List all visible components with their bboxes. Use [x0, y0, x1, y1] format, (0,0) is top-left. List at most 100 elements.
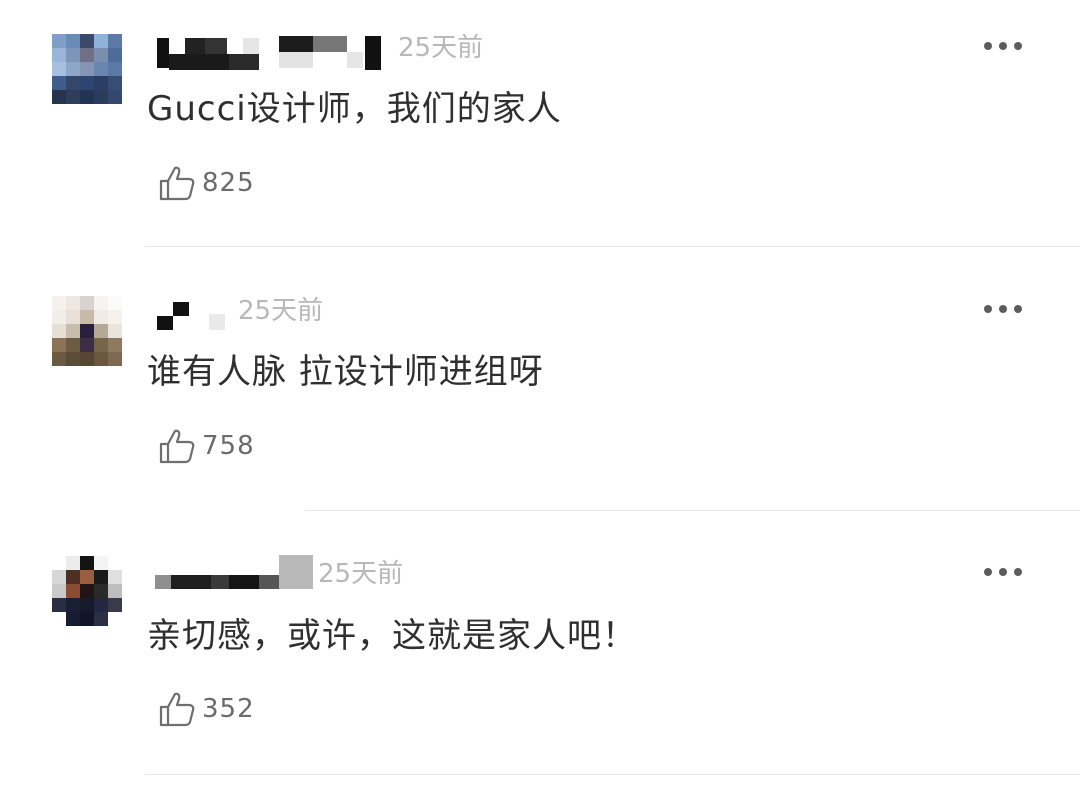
- like-count: 825: [202, 168, 255, 198]
- more-dots-icon[interactable]: [984, 567, 1022, 577]
- avatar-pixel: [52, 612, 66, 626]
- avatar-pixel: [94, 584, 108, 598]
- avatar-pixel: [94, 352, 108, 366]
- avatar-pixel: [94, 598, 108, 612]
- avatar[interactable]: [52, 556, 122, 626]
- avatar-pixel: [52, 556, 66, 570]
- avatar-pixel: [66, 34, 80, 48]
- avatar-pixel: [108, 598, 122, 612]
- avatar-pixel: [66, 570, 80, 584]
- thumbs-up-icon: [159, 166, 195, 201]
- avatar-pixel: [52, 48, 66, 62]
- avatar-pixel: [108, 48, 122, 62]
- avatar-pixel: [94, 76, 108, 90]
- avatar-pixel: [80, 598, 94, 612]
- avatar-pixel: [94, 570, 108, 584]
- comment-text: 亲切感，或许，这就是家人吧！: [147, 616, 637, 656]
- like-button[interactable]: 825: [158, 163, 255, 203]
- avatar-pixel: [52, 90, 66, 104]
- avatar-pixel: [52, 324, 66, 338]
- avatar-pixel: [94, 556, 108, 570]
- avatar-pixel: [108, 90, 122, 104]
- avatar-pixel: [52, 62, 66, 76]
- divider: [145, 246, 1080, 247]
- avatar-pixel: [108, 352, 122, 366]
- avatar-pixel: [94, 338, 108, 352]
- like-button[interactable]: 352: [158, 689, 255, 729]
- avatar-pixel: [108, 324, 122, 338]
- avatar-pixel: [94, 324, 108, 338]
- avatar-pixel: [66, 338, 80, 352]
- avatar-pixel: [108, 338, 122, 352]
- avatar-pixel: [108, 62, 122, 76]
- avatar-pixel: [66, 584, 80, 598]
- avatar[interactable]: [52, 34, 122, 104]
- comment-text: 谁有人脉 拉设计师进组呀: [147, 352, 544, 392]
- more-dots-icon[interactable]: [984, 304, 1022, 314]
- avatar-pixel: [52, 310, 66, 324]
- comment-time: 25天前: [398, 33, 484, 63]
- avatar-pixel: [66, 598, 80, 612]
- avatar-pixel: [66, 352, 80, 366]
- avatar-pixel: [108, 76, 122, 90]
- avatar-pixel: [66, 612, 80, 626]
- avatar-pixel: [94, 296, 108, 310]
- avatar-pixel: [66, 556, 80, 570]
- avatar-pixel: [80, 310, 94, 324]
- avatar-pixel: [52, 352, 66, 366]
- comment-time: 25天前: [238, 296, 324, 326]
- avatar-pixel: [66, 62, 80, 76]
- avatar-pixel: [108, 556, 122, 570]
- avatar-pixel: [80, 352, 94, 366]
- comment-text: Gucci设计师，我们的家人: [147, 89, 562, 129]
- like-button[interactable]: 758: [158, 426, 255, 466]
- like-count: 352: [202, 694, 255, 724]
- avatar-pixel: [80, 62, 94, 76]
- comment-time: 25天前: [318, 559, 404, 589]
- avatar-pixel: [80, 324, 94, 338]
- avatar-pixel: [80, 570, 94, 584]
- more-dots-icon[interactable]: [984, 41, 1022, 51]
- avatar-pixel: [80, 90, 94, 104]
- avatar-pixel: [52, 598, 66, 612]
- avatar-pixel: [52, 570, 66, 584]
- avatar-pixel: [108, 584, 122, 598]
- comment-item: 25天前 亲切感，或许，这就是家人吧！ 352: [0, 527, 1080, 790]
- avatar-pixel: [80, 338, 94, 352]
- avatar-pixel: [52, 338, 66, 352]
- avatar-pixel: [94, 90, 108, 104]
- avatar-pixel: [66, 296, 80, 310]
- avatar-pixel: [66, 310, 80, 324]
- avatar-pixel: [52, 296, 66, 310]
- avatar-pixel: [66, 90, 80, 104]
- avatar-pixel: [94, 62, 108, 76]
- avatar-pixel: [108, 310, 122, 324]
- avatar-pixel: [80, 48, 94, 62]
- avatar-pixel: [66, 324, 80, 338]
- avatar-pixel: [80, 584, 94, 598]
- avatar-pixel: [108, 34, 122, 48]
- avatar-pixel: [52, 34, 66, 48]
- like-count: 758: [202, 431, 255, 461]
- avatar-pixel: [94, 310, 108, 324]
- avatar-pixel: [80, 34, 94, 48]
- divider: [145, 774, 1080, 775]
- avatar-pixel: [108, 296, 122, 310]
- avatar-pixel: [108, 612, 122, 626]
- avatar-pixel: [80, 612, 94, 626]
- avatar-pixel: [80, 296, 94, 310]
- avatar-pixel: [66, 76, 80, 90]
- avatar-pixel: [80, 76, 94, 90]
- thumbs-up-icon: [159, 429, 195, 464]
- avatar-pixel: [94, 612, 108, 626]
- avatar-pixel: [52, 76, 66, 90]
- username-pixelated[interactable]: [155, 34, 385, 70]
- username-pixelated[interactable]: [155, 296, 235, 332]
- username-pixelated[interactable]: [155, 555, 315, 591]
- comment-item: 25天前 Gucci设计师，我们的家人 825: [0, 0, 1080, 263]
- thumbs-up-icon: [159, 692, 195, 727]
- avatar-pixel: [66, 48, 80, 62]
- avatar-pixel: [94, 34, 108, 48]
- avatar-pixel: [80, 556, 94, 570]
- avatar[interactable]: [52, 296, 122, 366]
